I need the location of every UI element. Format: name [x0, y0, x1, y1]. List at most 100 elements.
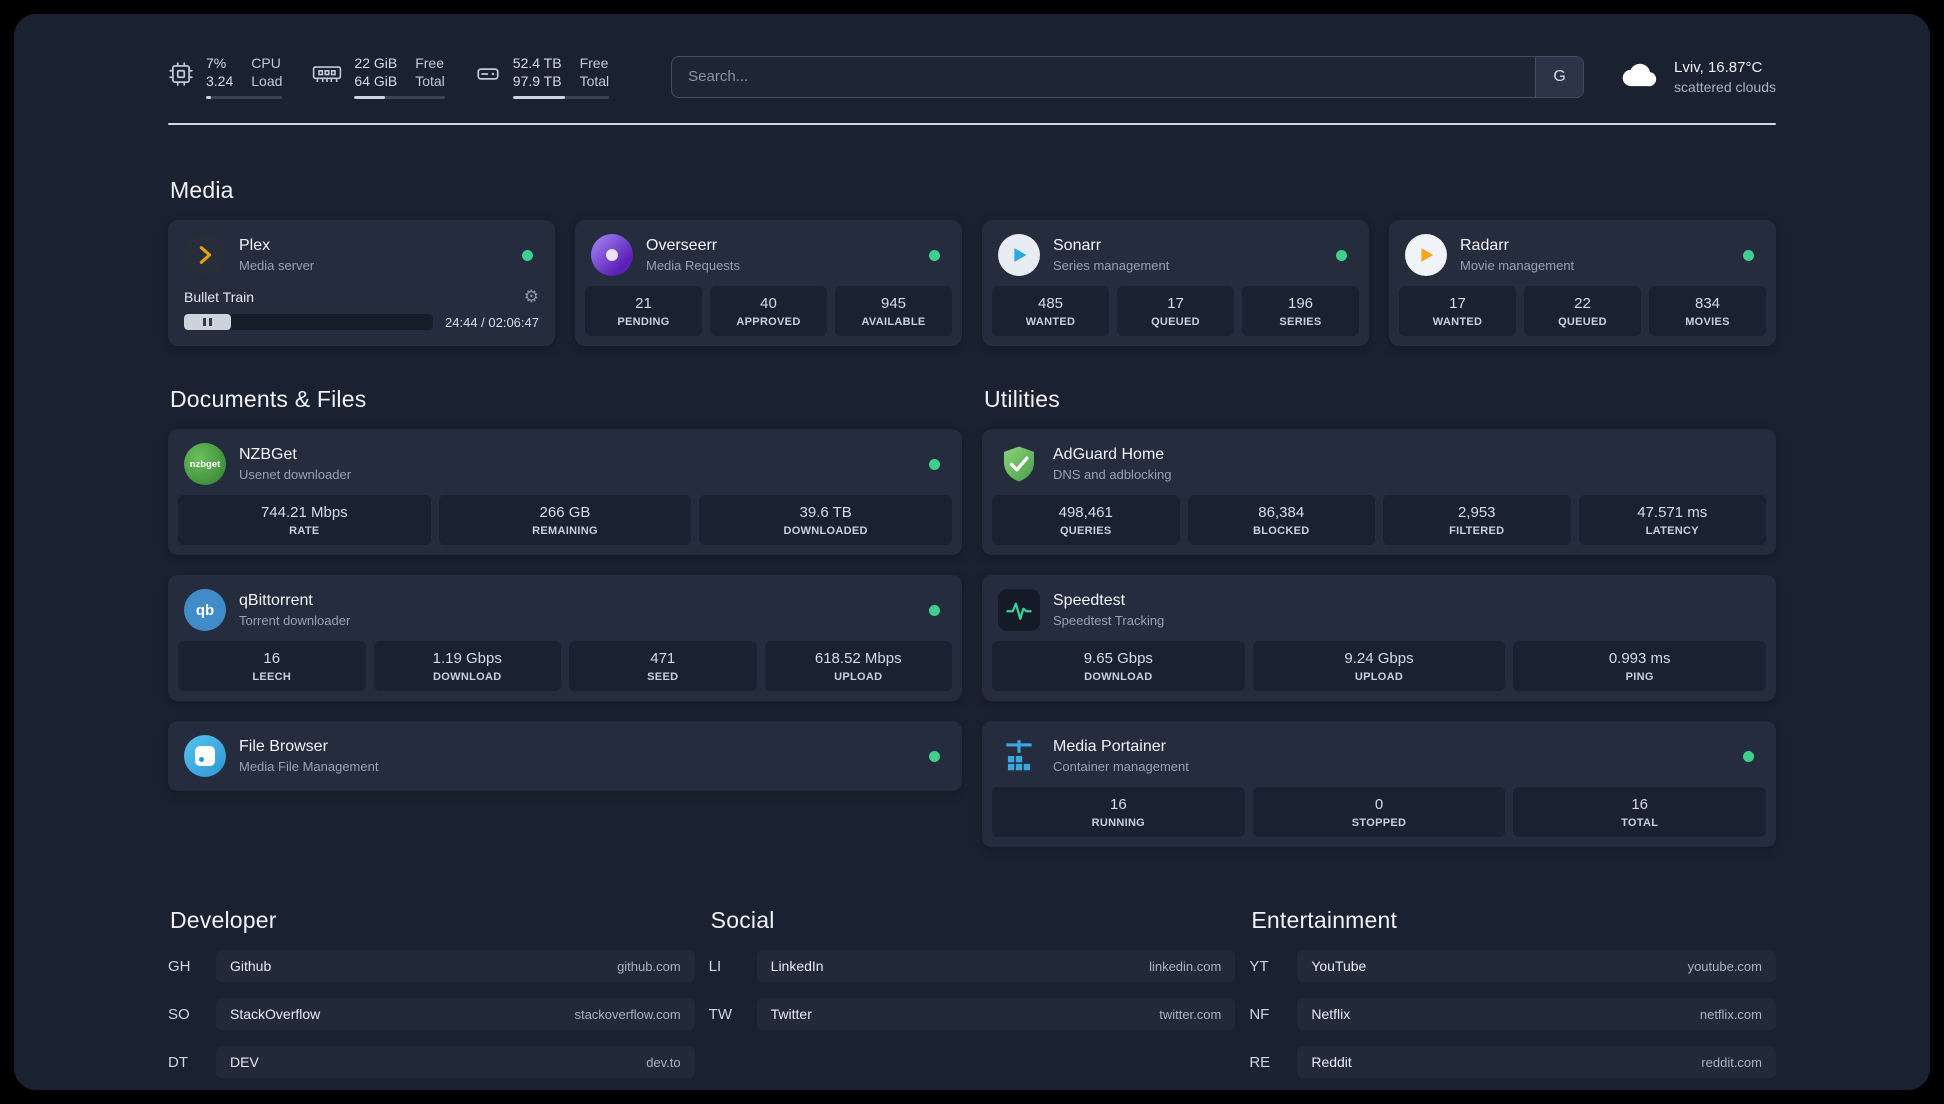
service-description: Container management	[1053, 759, 1189, 775]
stat-movies: 834 MOVIES	[1649, 286, 1766, 337]
stat-filtered: 2,953 FILTERED	[1383, 495, 1571, 546]
disk-labels: Free Total	[579, 55, 610, 90]
stat-ping: 0.993 ms PING	[1513, 641, 1766, 692]
stat-blocked: 86,384 BLOCKED	[1187, 495, 1375, 546]
section-two-columns: Documents & Files nzbget NZBGet Usenet d…	[168, 386, 1776, 848]
section-title-entertainment: Entertainment	[1251, 907, 1398, 934]
memory-icon	[312, 63, 342, 90]
speedtest-icon	[998, 589, 1040, 632]
section-title-media: Media	[170, 177, 234, 204]
status-dot	[929, 604, 940, 616]
pause-icon[interactable]	[202, 318, 214, 327]
service-name: Speedtest	[1053, 592, 1126, 610]
service-link-adguard[interactable]: AdGuard Home DNS and adblocking	[992, 439, 1766, 495]
bookmark-link-twitter[interactable]: Twitter twitter.com	[756, 998, 1236, 1031]
service-name: Radarr	[1460, 237, 1509, 255]
service-name: AdGuard Home	[1053, 446, 1165, 464]
service-card-portainer: Media Portainer Container management 16 R…	[982, 721, 1776, 848]
stat-total: 16 TOTAL	[1513, 787, 1766, 838]
bookmark-group-social: Social LI LinkedIn linkedin.com TW Twitt…	[709, 907, 1236, 1090]
stat-queued: 22 QUEUED	[1524, 286, 1641, 337]
bookmark-link-netflix[interactable]: Netflix netflix.com	[1297, 998, 1776, 1031]
service-link-overseerr[interactable]: Overseerr Media Requests	[585, 230, 952, 286]
service-description: Speedtest Tracking	[1053, 613, 1165, 629]
bookmark-abbr: YT	[1249, 957, 1269, 975]
service-link-qbittorrent[interactable]: qb qBittorrent Torrent downloader	[178, 585, 952, 641]
bookmark-netflix: NF Netflix netflix.com	[1249, 998, 1776, 1031]
service-name: File Browser	[239, 738, 328, 756]
status-dot	[1743, 750, 1754, 762]
disk-icon	[475, 61, 501, 92]
service-description: DNS and adblocking	[1053, 467, 1172, 483]
playback-time: 24:44 / 02:06:47	[445, 314, 539, 330]
section-title-documents: Documents & Files	[170, 386, 367, 413]
playback-progress[interactable]	[184, 314, 434, 331]
service-link-radarr[interactable]: Radarr Movie management	[1399, 230, 1766, 286]
service-link-plex[interactable]: Plex Media server	[178, 230, 545, 286]
stat-wanted: 17 WANTED	[1399, 286, 1516, 337]
service-link-portainer[interactable]: Media Portainer Container management	[992, 731, 1766, 787]
bookmark-abbr: GH	[168, 957, 191, 975]
bookmark-abbr: DT	[168, 1053, 188, 1071]
service-description: Movie management	[1460, 258, 1575, 274]
service-description: Series management	[1053, 258, 1170, 274]
stat-running: 16 RUNNING	[992, 787, 1245, 838]
weather-widget: Lviv, 16.87°C scattered clouds	[1616, 59, 1776, 95]
stat-available: 945 AVAILABLE	[835, 286, 952, 337]
search-input[interactable]	[672, 56, 1536, 97]
service-link-speedtest[interactable]: Speedtest Speedtest Tracking	[992, 585, 1766, 641]
service-card-filebrowser: File Browser Media File Management	[168, 721, 962, 792]
service-card-sonarr: Sonarr Series management 485 WANTED 17 QUE…	[982, 220, 1369, 347]
section-bookmarks: Developer GH Github github.com SO StackO…	[168, 907, 1776, 1090]
bookmark-link-linkedin[interactable]: LinkedIn linkedin.com	[756, 950, 1236, 983]
topbar-divider	[168, 123, 1776, 126]
stat-upload: 9.24 Gbps UPLOAD	[1252, 641, 1506, 692]
bookmark-link-youtube[interactable]: YouTube youtube.com	[1297, 950, 1776, 983]
bookmark-link-reddit[interactable]: Reddit reddit.com	[1297, 1046, 1776, 1079]
stat-series: 196 SERIES	[1242, 286, 1359, 337]
bookmark-github: GH Github github.com	[168, 950, 695, 983]
status-dot	[929, 249, 940, 261]
bookmark-link-dev[interactable]: DEV dev.to	[216, 1046, 695, 1079]
stat-leech: 16 LEECH	[178, 641, 366, 692]
bookmark-linkedin: LI LinkedIn linkedin.com	[708, 950, 1236, 983]
bookmark-link-github[interactable]: Github github.com	[216, 950, 695, 983]
stat-latency: 47.571 ms LATENCY	[1578, 495, 1766, 546]
filebrowser-icon	[184, 735, 226, 778]
stat-upload: 618.52 Mbps UPLOAD	[764, 641, 952, 692]
stat-downloaded: 39.6 TB DOWNLOADED	[699, 495, 952, 546]
service-card-nzbget: nzbget NZBGet Usenet downloader 744.21 M…	[168, 429, 962, 556]
memory-progress	[354, 96, 445, 100]
service-card-plex: Plex Media server Bullet Train ⚙ 24:44 /…	[168, 220, 555, 347]
bookmark-abbr: RE	[1249, 1053, 1271, 1071]
section-utilities: Utilities AdGuard Home DNS and adblockin…	[982, 386, 1776, 848]
service-name: Media Portainer	[1053, 738, 1166, 756]
memory-values: 22 GiB 64 GiB	[354, 55, 398, 90]
bookmark-abbr: TW	[708, 1005, 732, 1023]
bookmark-link-stackoverflow[interactable]: StackOverflow stackoverflow.com	[216, 998, 695, 1031]
bookmark-group-entertainment: Entertainment YT YouTube youtube.com NF …	[1249, 907, 1776, 1090]
service-card-overseerr: Overseerr Media Requests 21 PENDING 40 APP…	[575, 220, 962, 347]
stat-seed: 471 SEED	[569, 641, 757, 692]
stat-pending: 21 PENDING	[585, 286, 702, 337]
search-provider-button[interactable]: G	[1535, 56, 1584, 97]
section-title-social: Social	[710, 907, 775, 934]
cpu-icon	[168, 61, 194, 92]
gear-icon[interactable]: ⚙	[524, 288, 539, 305]
service-link-filebrowser[interactable]: File Browser Media File Management	[178, 731, 952, 781]
adguard-icon	[998, 443, 1040, 485]
status-dot	[522, 249, 533, 261]
service-link-nzbget[interactable]: nzbget NZBGet Usenet downloader	[178, 439, 952, 495]
search-bar: G	[671, 55, 1585, 98]
memory-widget: 22 GiB 64 GiB Free Total	[312, 54, 445, 100]
service-link-sonarr[interactable]: Sonarr Series management	[992, 230, 1359, 286]
service-name: Overseerr	[646, 237, 718, 255]
section-title-utilities: Utilities	[984, 386, 1060, 413]
stat-stopped: 0 STOPPED	[1252, 787, 1506, 838]
plex-icon	[184, 234, 226, 277]
status-dot	[929, 458, 940, 470]
bookmark-abbr: LI	[708, 957, 722, 975]
dashboard-panel: 7% 3.24 CPU Load 22 GiB 64 GiB Free Tota…	[14, 14, 1930, 1090]
cpu-values: 7% 3.24	[206, 55, 234, 90]
service-description: Media Requests	[646, 258, 740, 274]
